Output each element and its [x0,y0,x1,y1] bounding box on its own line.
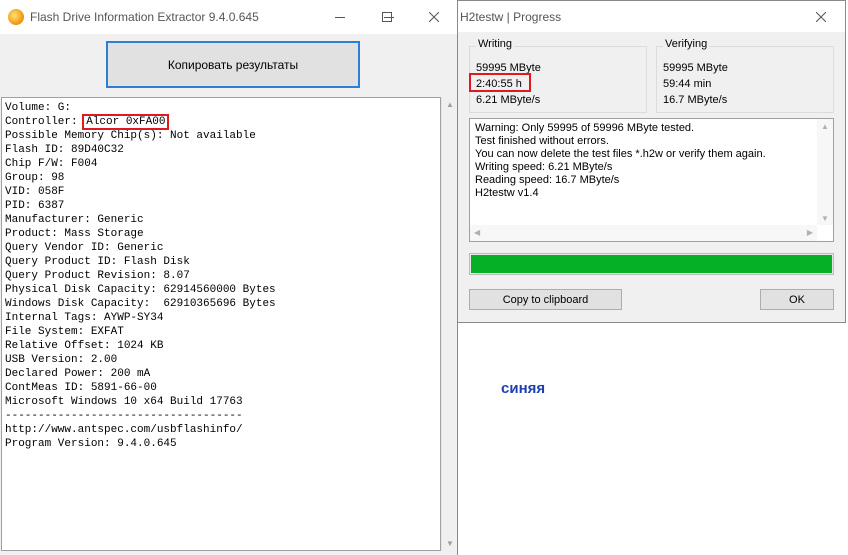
controller-label: Controller: [5,116,85,128]
info-line: Query Product Revision: 8.07 [5,270,190,282]
writing-speed: 6.21 MByte/s [476,94,541,106]
drive-info-lines: Volume: G: Controller: Alcor 0xFA00 Possib… [2,98,440,451]
h2testw-window-title: H2testw | Progress [460,9,562,24]
info-line: Product: Mass Storage [5,228,144,240]
info-line: Declared Power: 200 mA [5,368,151,380]
info-line: Query Product ID: Flash Disk [5,256,190,268]
ok-button[interactable]: OK [760,289,834,310]
log-line: You can now delete the test files *.h2w … [475,148,766,160]
info-line: Internal Tags: AYWP-SY34 [5,312,164,324]
close-button-h2testw[interactable] [798,1,844,32]
copy-to-clipboard-button[interactable]: Copy to clipboard [469,289,622,310]
close-icon [429,12,439,22]
h2testw-window: H2testw | Progress Writing 59995 MByte 2… [458,0,846,323]
drive-info-scrollbar[interactable]: ▲ ▼ [441,97,457,551]
log-vertical-scrollbar[interactable]: ▲ ▼ [817,119,833,225]
info-line: Flash ID: 89D40C32 [5,144,124,156]
scroll-down-icon[interactable]: ▼ [446,539,454,548]
scroll-up-icon[interactable]: ▲ [446,100,454,109]
verifying-speed: 16.7 MByte/s [663,94,728,106]
info-line: PID: 6387 [5,200,65,212]
h2testw-titlebar[interactable]: H2testw | Progress [458,1,845,32]
annotation-word: синяя [501,380,546,397]
info-line: Manufacturer: Generic [5,214,144,226]
log-line: Test finished without errors. [475,135,609,147]
close-icon [816,11,826,22]
info-line: http://www.antspec.com/usbflashinfo/ [5,424,243,436]
scroll-up-icon[interactable]: ▲ [821,122,829,131]
scroll-down-icon[interactable]: ▼ [821,214,829,223]
info-line: Group: 98 [5,172,65,184]
verifying-group: Verifying 59995 MByte 59:44 min 16.7 MBy… [656,38,834,113]
info-line: VID: 058F [5,186,65,198]
minimize-button-fdie[interactable] [317,0,363,34]
info-line: USB Version: 2.00 [5,354,118,366]
copy-results-button[interactable]: Копировать результаты [106,41,360,88]
minimize-icon [335,17,345,18]
maximize-icon [382,12,392,22]
result-log[interactable]: Warning: Only 59995 of 59996 MByte teste… [469,118,834,242]
info-line: Chip F/W: F004 [5,158,98,170]
scroll-left-icon[interactable]: ◀ [474,228,480,237]
fdie-window-title: Flash Drive Information Extractor 9.4.0.… [30,10,259,24]
info-line: Volume: G: [5,102,72,114]
log-line: Writing speed: 6.21 MByte/s [475,161,613,173]
drive-info-textbox[interactable]: Volume: G: Controller: Alcor 0xFA00 Possib… [1,97,441,551]
info-line: Query Vendor ID: Generic [5,242,164,254]
info-line: ------------------------------------ [5,410,243,422]
info-line: Microsoft Windows 10 x64 Build 17763 [5,396,243,408]
close-button-fdie[interactable] [411,0,457,34]
log-horizontal-scrollbar[interactable]: ◀ ▶ [470,225,817,241]
maximize-button-fdie[interactable] [364,0,410,34]
info-line: Program Version: 9.4.0.645 [5,438,177,450]
info-line: Relative Offset: 1024 KB [5,340,164,352]
progress-fill [471,255,832,273]
info-line: Physical Disk Capacity: 62914560000 Byte… [5,284,276,296]
progress-bar [469,253,834,275]
verifying-time: 59:44 min [663,78,712,90]
info-line: File System: EXFAT [5,326,124,338]
verifying-label: Verifying [663,38,710,50]
verifying-size: 59995 MByte [663,62,728,74]
writing-label: Writing [476,38,515,50]
info-line: Possible Memory Chip(s): Not available [5,130,256,142]
log-line: Warning: Only 59995 of 59996 MByte teste… [475,122,695,134]
result-log-lines: Warning: Only 59995 of 59996 MByte teste… [470,119,833,200]
info-line: ContMeas ID: 5891-66-00 [5,382,157,394]
log-line: Reading speed: 16.7 MByte/s [475,174,620,186]
scroll-right-icon[interactable]: ▶ [807,228,813,237]
controller-value-highlight: Alcor 0xFA00 [82,114,170,130]
controller-line: Controller: Alcor 0xFA00 [5,114,440,130]
info-line: Windows Disk Capacity: 62910365696 Bytes [5,298,276,310]
log-line: H2testw v1.4 [475,187,539,199]
app-sun-icon [8,9,24,25]
writing-time-highlight [469,73,531,92]
